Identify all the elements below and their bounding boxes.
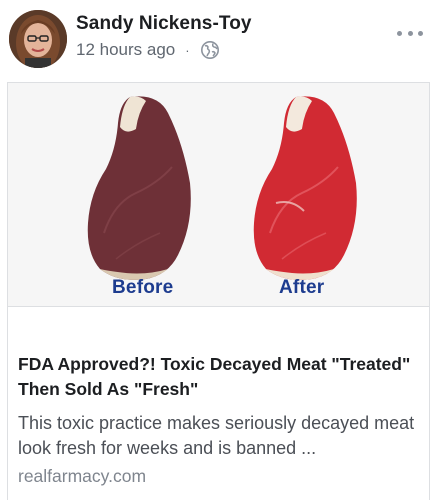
link-preview-card[interactable]: Before After FDA Approved?! Toxic Decaye… bbox=[7, 82, 430, 500]
meta-separator: · bbox=[185, 42, 190, 58]
avatar-image bbox=[9, 10, 67, 68]
before-steak-image bbox=[87, 96, 191, 280]
more-dot bbox=[407, 30, 413, 36]
meat-comparison-image bbox=[87, 96, 357, 280]
post-meta: 12 hours ago · bbox=[76, 40, 220, 60]
more-dot bbox=[397, 30, 402, 36]
author-avatar[interactable] bbox=[9, 10, 67, 68]
author-name[interactable]: Sandy Nickens-Toy bbox=[76, 13, 252, 35]
more-dot bbox=[418, 30, 423, 36]
link-description: This toxic practice makes seriously deca… bbox=[18, 413, 415, 458]
link-preview-image[interactable]: Before After bbox=[8, 83, 429, 307]
post-timestamp[interactable]: 12 hours ago bbox=[76, 40, 175, 60]
link-title[interactable]: FDA Approved?! Toxic Decayed Meat "Treat… bbox=[18, 352, 418, 402]
before-label: Before bbox=[112, 277, 174, 298]
more-options-icon[interactable] bbox=[397, 22, 423, 44]
globe-icon bbox=[200, 41, 219, 59]
post-header: Sandy Nickens-Toy 12 hours ago · bbox=[0, 0, 437, 82]
link-domain: realfarmacy.com bbox=[18, 466, 147, 486]
after-steak-image bbox=[253, 96, 357, 280]
after-label: After bbox=[279, 277, 325, 298]
